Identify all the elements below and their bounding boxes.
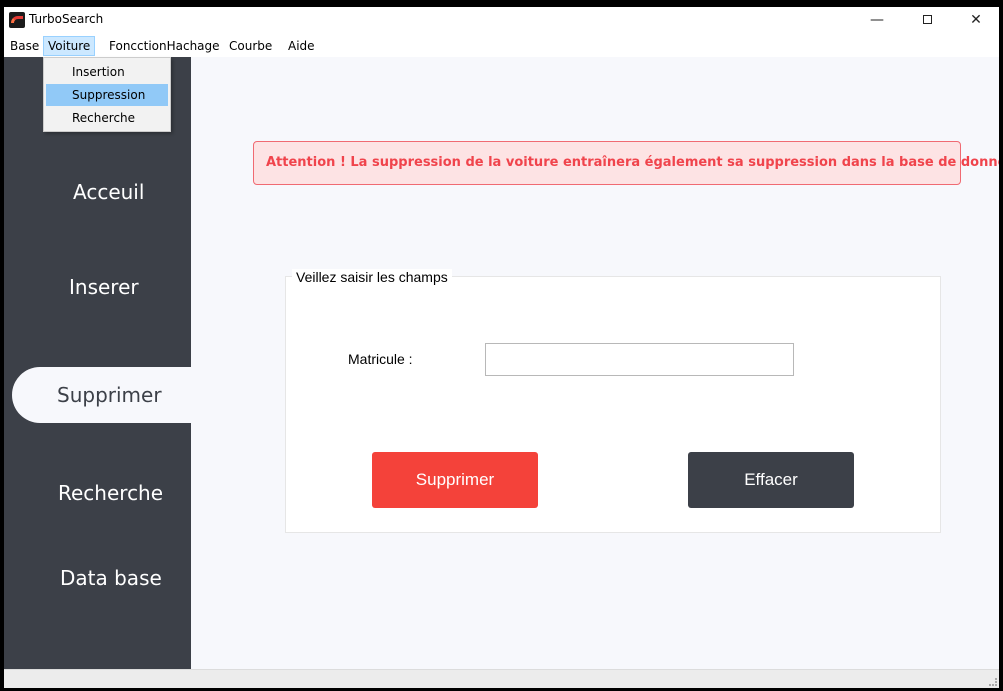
status-bar	[4, 669, 999, 688]
sidebar-item-acceuil[interactable]: Acceuil	[4, 164, 191, 220]
app-window: TurboSearch — ✕ Base Voiture FoncctionHa…	[4, 7, 999, 688]
menu-fonctionhachage[interactable]: FoncctionHachage	[105, 36, 224, 56]
delete-form-group: Veillez saisir les champs Matricule : Su…	[285, 269, 941, 533]
maximize-button[interactable]	[904, 7, 950, 33]
sidebar-item-label: Data base	[60, 566, 162, 590]
menu-voiture[interactable]: Voiture	[43, 36, 96, 56]
window-title: TurboSearch	[29, 12, 104, 26]
sidebar-item-label: Supprimer	[57, 383, 162, 407]
warning-alert: Attention ! La suppression de la voiture…	[253, 141, 999, 185]
sidebar-item-supprimer[interactable]: Supprimer	[12, 367, 191, 423]
voiture-dropdown-menu: Insertion Suppression Recherche	[43, 57, 171, 132]
menu-bar: Base Voiture FoncctionHachage Courbe Aid…	[4, 33, 999, 57]
sidebar-item-data-base[interactable]: Data base	[4, 550, 191, 606]
main-content: Attention ! La suppression de la voiture…	[191, 57, 999, 669]
app-logo-icon	[9, 12, 25, 28]
matricule-label: Matricule :	[348, 351, 413, 367]
menu-base[interactable]: Base	[6, 36, 43, 56]
menu-item-recherche[interactable]: Recherche	[46, 107, 168, 129]
close-button[interactable]: ✕	[953, 7, 999, 33]
resize-grip-icon[interactable]	[989, 678, 997, 686]
minimize-button[interactable]: —	[854, 7, 900, 33]
sidebar-item-recherche[interactable]: Recherche	[4, 465, 191, 521]
maximize-icon	[922, 15, 932, 24]
sidebar-item-inserer[interactable]: Inserer	[4, 259, 191, 315]
sidebar-item-label: Recherche	[58, 481, 164, 505]
group-title: Veillez saisir les champs	[292, 269, 452, 285]
menu-courbe[interactable]: Courbe	[225, 36, 276, 56]
delete-button[interactable]: Supprimer	[372, 452, 538, 508]
sidebar: Acceuil Inserer Supprimer Recherche Data…	[4, 57, 191, 669]
sidebar-item-label: Acceuil	[73, 180, 145, 204]
title-bar[interactable]: TurboSearch — ✕	[4, 7, 999, 33]
matricule-input[interactable]	[485, 343, 794, 376]
sidebar-item-label: Inserer	[69, 275, 139, 299]
clear-button[interactable]: Effacer	[688, 452, 854, 508]
menu-item-suppression[interactable]: Suppression	[46, 84, 168, 106]
menu-aide[interactable]: Aide	[284, 36, 319, 56]
menu-item-insertion[interactable]: Insertion	[46, 61, 168, 83]
